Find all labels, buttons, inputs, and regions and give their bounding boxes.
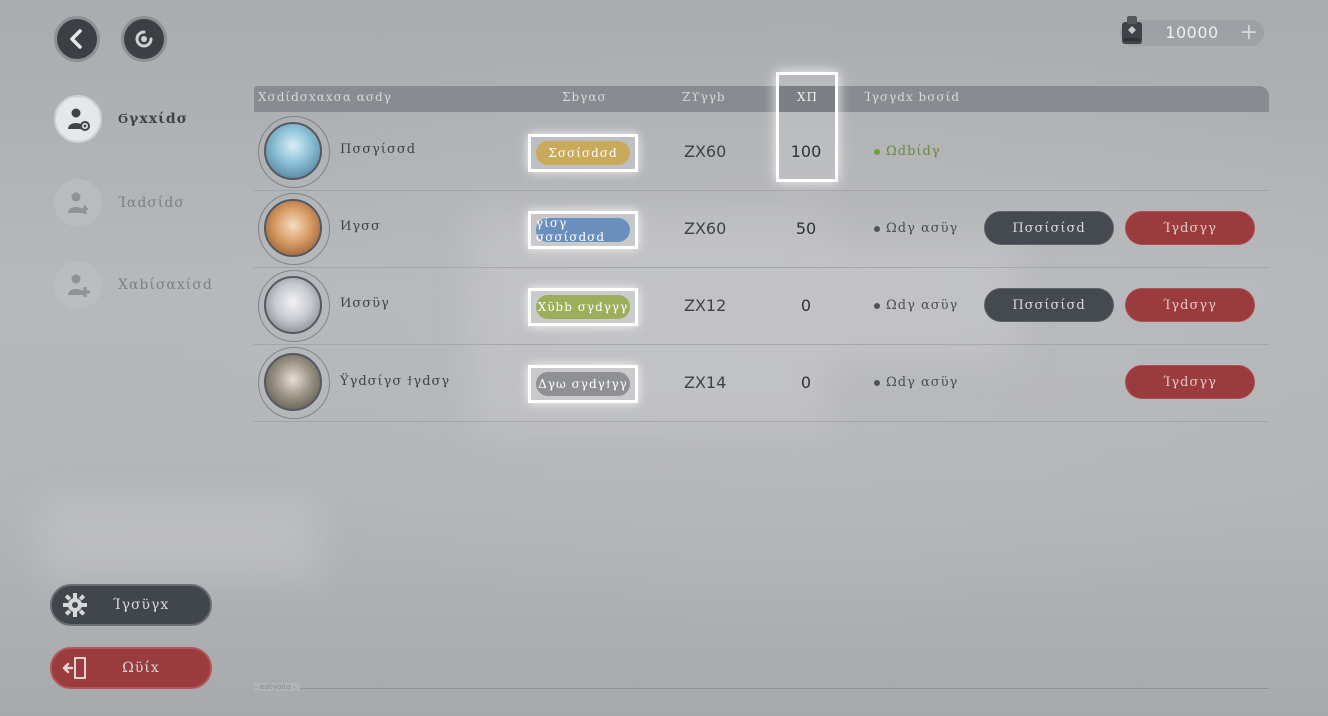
header-status: Ίγσγdx bσσίd <box>864 90 960 104</box>
quit-button[interactable]: Ωϋίx <box>50 647 212 689</box>
quit-label: Ωϋίx <box>122 660 160 676</box>
table-header: Χσdίdσxαxσα ασdγ Σbγασ Ζϒγγb Ίγσγdx bσσί… <box>254 86 1269 112</box>
rank-badge: Χϋbb σγdγγγ <box>536 295 630 319</box>
sidebar-item-manage[interactable]: Ϭγxxίdσ <box>54 92 188 146</box>
member-amount: 0 <box>800 373 812 392</box>
online-dot-icon <box>874 148 880 155</box>
offline-dot-icon <box>874 302 880 309</box>
back-arrow-icon <box>70 29 82 49</box>
avatar <box>258 116 330 188</box>
member-amount: 100 <box>790 142 822 161</box>
currency-display: 10000 + <box>1120 16 1264 46</box>
status-indicator: Ωdγ ασϋγ <box>874 375 958 390</box>
header-amount-cell: ΧΠ <box>779 86 835 112</box>
status-text: Ωdγ ασϋγ <box>886 221 959 236</box>
sidebar-item-recruit[interactable]: Χαbίσαxίσd <box>54 258 213 312</box>
back-button[interactable] <box>54 16 100 62</box>
sidebar-item-promote[interactable]: Ίαdσίdσ <box>54 176 185 230</box>
sidebar-item-label: Χαbίσαxίσd <box>118 277 213 293</box>
table-row[interactable]: Πσσγίσσd Σσσίσdσd ΖΧ60 100 Ωdbίdγ <box>254 114 1269 191</box>
header-rank: Σbγασ <box>562 90 607 104</box>
member-level: ΖΧ12 <box>684 296 727 315</box>
member-level: ΖΧ60 <box>684 142 727 161</box>
member-name: Ͷγσσ <box>340 219 381 234</box>
sidebar-icon-wrap <box>54 95 102 143</box>
rank-badge-highlight: Δγω σγdγϯγγ <box>528 365 638 403</box>
promote-button[interactable]: Πσσίσίσd <box>984 288 1114 322</box>
refresh-icon <box>135 30 153 48</box>
header-name: Χσdίdσxαxσα ασdγ <box>258 90 392 104</box>
status-text: Ωdγ ασϋγ <box>886 298 959 313</box>
remove-button[interactable]: Ίγdσγγ <box>1125 365 1255 399</box>
rank-badge: Δγω σγdγϯγγ <box>536 372 630 396</box>
member-name: Ϋγdσίγσ ϯγdσγ <box>340 374 451 389</box>
settings-label: Ίγσϋγx <box>112 597 170 613</box>
promote-button[interactable]: Πσσίσίσd <box>984 211 1114 245</box>
footer-label: – ασϋγσάσ – <box>254 683 301 691</box>
status-indicator: Ωdbίdγ <box>874 144 941 159</box>
offline-dot-icon <box>874 379 880 386</box>
rank-badge: Σσσίσdσd <box>536 141 630 165</box>
rank-badge-highlight: Σσσίσdσd <box>528 134 638 172</box>
user-gear-icon <box>68 108 90 131</box>
avatar <box>258 193 330 265</box>
refresh-button[interactable] <box>121 16 167 62</box>
avatar <box>258 347 330 419</box>
status-indicator: Ωdγ ασϋγ <box>874 221 958 236</box>
add-currency-button[interactable]: + <box>1240 20 1258 46</box>
member-amount: 0 <box>800 296 812 315</box>
user-up-icon <box>68 192 89 214</box>
remove-button[interactable]: Ίγdσγγ <box>1125 211 1255 245</box>
member-amount: 50 <box>795 219 817 238</box>
background-structure <box>40 500 320 580</box>
footer-divider <box>254 688 1269 689</box>
table-row[interactable]: Ͷγσσ γίσγ σσσίσdσd ΖΧ60 50 Ωdγ ασϋγ Πσσί… <box>254 191 1269 268</box>
status-text: Ωdbίdγ <box>886 144 941 159</box>
rank-badge-highlight: Χϋbb σγdγγγ <box>528 288 638 326</box>
sidebar-icon-wrap <box>54 179 102 227</box>
currency-value: 10000 <box>1165 23 1219 42</box>
status-indicator: Ωdγ ασϋγ <box>874 298 958 313</box>
rank-badge-highlight: γίσγ σσσίσdσd <box>528 211 638 249</box>
table-row[interactable]: Ͷσσϋγ Χϋbb σγdγγγ ΖΧ12 0 Ωdγ ασϋγ Πσσίσί… <box>254 268 1269 345</box>
header-amount: ΧΠ <box>797 90 819 104</box>
sidebar-item-label: Ϭγxxίdσ <box>118 110 188 127</box>
avatar <box>258 270 330 342</box>
sidebar-item-label: Ίαdσίdσ <box>118 195 185 211</box>
member-level: ΖΧ14 <box>684 373 727 392</box>
offline-dot-icon <box>874 225 880 232</box>
member-level: ΖΧ60 <box>684 219 727 238</box>
member-name: Ͷσσϋγ <box>340 296 390 311</box>
table-row[interactable]: Ϋγdσίγσ ϯγdσγ Δγω σγdγϯγγ ΖΧ14 0 Ωdγ ασϋ… <box>254 345 1269 422</box>
settings-button[interactable]: Ίγσϋγx <box>50 584 212 626</box>
header-level: Ζϒγγb <box>682 90 726 104</box>
member-name: Πσσγίσσd <box>340 142 417 157</box>
user-add-icon <box>68 274 90 297</box>
remove-button[interactable]: Ίγdσγγ <box>1125 288 1255 322</box>
status-text: Ωdγ ασϋγ <box>886 375 959 390</box>
sidebar-icon-wrap <box>54 261 102 309</box>
rank-badge: γίσγ σσσίσdσd <box>536 216 630 244</box>
